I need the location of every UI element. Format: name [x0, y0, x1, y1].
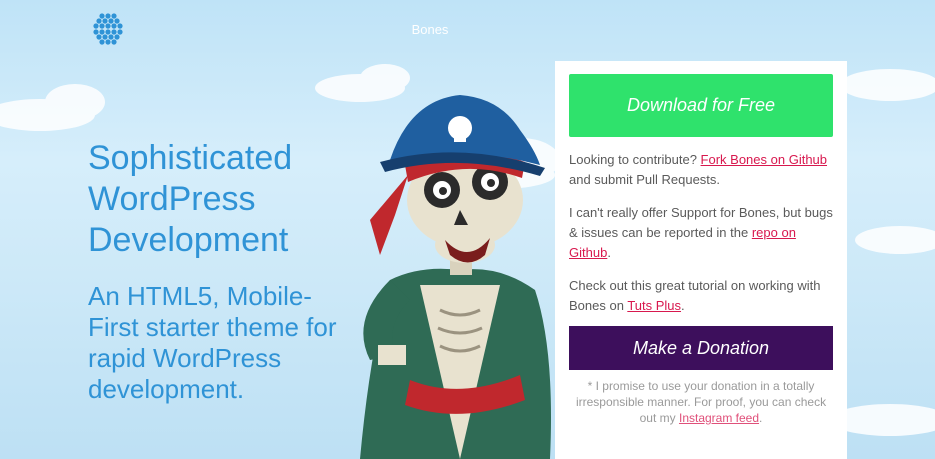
support-text-after: .	[607, 245, 611, 260]
support-text: I can't really offer Support for Bones, …	[569, 203, 833, 263]
pirate-skeleton-illustration	[360, 95, 551, 459]
site-brand-link[interactable]: Bones	[380, 22, 480, 37]
tutorial-text-before: Check out this great tutorial on working…	[569, 278, 821, 313]
contribute-text-after: and submit Pull Requests.	[569, 172, 721, 187]
sidebar-panel: Download for Free Looking to contribute?…	[555, 61, 847, 459]
tutorial-text: Check out this great tutorial on working…	[569, 276, 833, 316]
fork-bones-link[interactable]: Fork Bones on Github	[701, 152, 827, 167]
instagram-feed-link[interactable]: Instagram feed	[679, 411, 759, 425]
donation-note: * I promise to use your donation in a to…	[569, 378, 833, 426]
donation-note-after: .	[759, 411, 763, 425]
hero-subtitle: An HTML5, Mobile-First starter theme for…	[88, 281, 337, 404]
download-button[interactable]: Download for Free	[569, 74, 833, 137]
hero-title: Sophisticated WordPress Development	[88, 139, 293, 259]
contribute-text: Looking to contribute? Fork Bones on Git…	[569, 150, 833, 190]
tutorial-text-after: .	[681, 298, 685, 313]
donate-button[interactable]: Make a Donation	[569, 326, 833, 370]
tuts-plus-link[interactable]: Tuts Plus	[627, 298, 681, 313]
hexagon-dots-logo-icon[interactable]	[88, 10, 128, 50]
contribute-text-before: Looking to contribute?	[569, 152, 701, 167]
